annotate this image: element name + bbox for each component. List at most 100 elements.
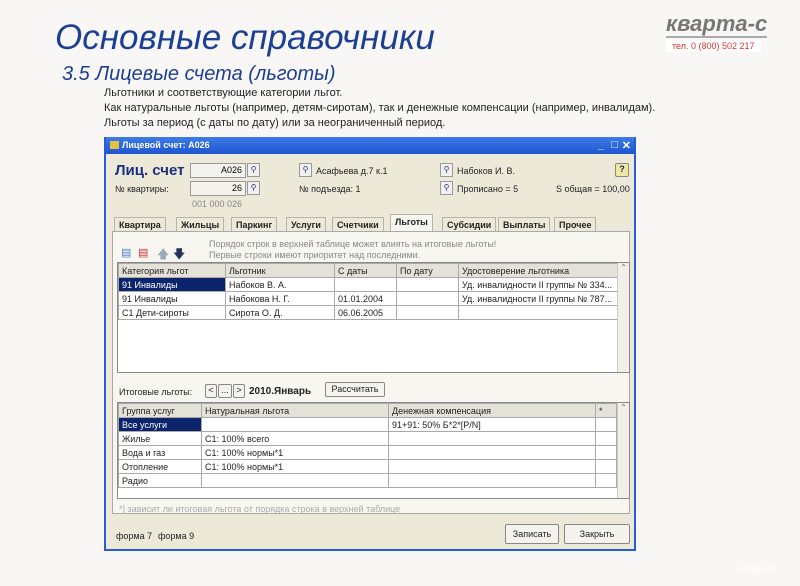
form9-link[interactable]: форма 9 [158,531,194,541]
maximize-button[interactable]: □ [611,139,618,151]
logo: кварта-с [666,11,768,38]
cell[interactable]: Уд. инвалидности II группы № 787... [458,291,619,306]
tab-services[interactable]: Услуги [286,217,326,232]
cell[interactable]: С1: 100% всего [201,431,389,446]
tab-meters[interactable]: Счетчики [332,217,384,232]
area: S общая = 100,00 [556,184,630,194]
desc-line: Льготы за период (с даты по дату) или за… [104,117,446,129]
scrollbar[interactable]: ⌃ [617,403,629,498]
table-row[interactable]: Отопление С1: 100% нормы*1 [118,459,617,474]
cell[interactable]: Все услуги [118,417,202,432]
cell[interactable] [458,305,619,320]
cell[interactable] [595,459,617,474]
cell[interactable]: 91 Инвалиды [118,291,226,306]
cell[interactable] [388,431,596,446]
search-icon[interactable]: ⚲ [440,163,453,177]
address: Асафьева д.7 к.1 [316,166,388,176]
cell[interactable] [595,445,617,460]
table-row[interactable]: С1 Дети-сироты Сирота О. Д. 06.06.2005 [118,305,619,320]
table-row[interactable]: Жилье С1: 100% всего [118,431,617,446]
cell[interactable]: Жилье [118,431,202,446]
tab-subsidies[interactable]: Субсидии [442,217,497,232]
form7-link[interactable]: форма 7 [116,531,152,541]
calculate-button[interactable]: Рассчитать [325,382,385,397]
tab-residents[interactable]: Жильцы [176,217,225,232]
slide-subtitle: 3.5 Лицевые счета (льготы) [62,63,336,85]
apartment-field[interactable]: 26 [190,181,246,196]
slide-title: Основные справочники [55,18,435,57]
slide-number: слайд 40 [738,564,776,574]
cell[interactable]: Набоков В. А. [225,277,335,292]
cell[interactable]: С1: 100% нормы*1 [201,459,389,474]
help-button[interactable]: ? [615,163,629,177]
cell[interactable]: 01.01.2004 [334,291,397,306]
totals-note: *] зависит ли итоговая льгота от порядка… [119,504,401,514]
cell[interactable] [334,277,397,292]
table-row[interactable]: Радио [118,473,617,488]
cell[interactable]: С1 Дети-сироты [118,305,226,320]
cell[interactable]: Уд. инвалидности II группы № 334... [458,277,619,292]
period-value: 2010.Январь [249,386,312,397]
select-period-button[interactable]: ... [218,384,232,398]
search-icon[interactable]: ⚲ [299,163,312,177]
cell[interactable]: Сирота О. Д. [225,305,335,320]
entrance: № подъезда: 1 [299,184,361,194]
table-row[interactable]: 91 Инвалиды Набоков В. А. Уд. инвалидности… [118,277,619,292]
cell[interactable] [396,305,459,320]
cell[interactable]: С1: 100% нормы*1 [201,445,389,460]
cell[interactable] [201,473,389,488]
cell[interactable]: 91+91: 50% Б*2*[P/N] [388,417,596,432]
registered: Прописано = 5 [457,184,519,194]
search-icon[interactable]: ⚲ [440,181,453,195]
table-row[interactable]: Вода и газ С1: 100% нормы*1 [118,445,617,460]
cell[interactable] [595,417,617,432]
cell[interactable] [396,291,459,306]
window-title: Лицевой счет: А026 [122,140,210,150]
close-window-button[interactable]: Закрыть [564,524,630,544]
cell[interactable] [388,473,596,488]
close-button[interactable]: ✕ [622,139,631,152]
prev-period-button[interactable]: < [205,384,217,398]
col-header[interactable]: Натуральная льгота [201,403,389,418]
col-header[interactable]: С даты [334,263,397,278]
cell[interactable]: Отопление [118,459,202,474]
delete-row-icon[interactable]: ▤ [138,246,148,259]
search-icon[interactable]: ⚲ [247,163,260,177]
col-header[interactable]: Удостоверение льготника [458,263,619,278]
col-header[interactable]: Денежная компенсация [388,403,596,418]
cell[interactable]: 91 Инвалиды [118,277,226,292]
col-header[interactable]: * [595,403,617,418]
add-row-icon[interactable]: ▤ [121,246,131,259]
search-icon[interactable]: ⚲ [247,181,260,195]
col-header[interactable]: Группа услуг [118,403,202,418]
hint-line: Первые строки имеют приоритет над послед… [209,250,421,260]
cell[interactable] [595,431,617,446]
cell[interactable] [388,445,596,460]
scrollbar[interactable]: ⌃ [617,263,629,372]
table-row[interactable]: Все услуги 91+91: 50% Б*2*[P/N] [118,417,617,432]
tab-apartment[interactable]: Квартира [114,217,166,232]
cell[interactable]: Набокова Н. Г. [225,291,335,306]
account-field[interactable]: А026 [190,163,246,178]
account-label: Лиц. счет [115,162,185,179]
tab-other[interactable]: Прочее [554,217,597,232]
cell[interactable]: Радио [118,473,202,488]
col-header[interactable]: Категория льгот [118,263,226,278]
tab-payments[interactable]: Выплаты [498,217,551,232]
table-row[interactable]: 91 Инвалиды Набокова Н. Г. 01.01.2004 Уд. и… [118,291,619,306]
minimize-button[interactable]: _ [598,139,604,151]
cell[interactable]: 06.06.2005 [334,305,397,320]
benefits-table: Категория льгот Льготник С даты По дату Удос… [117,262,630,373]
hint-line: Порядок строк в верхней таблице может вл… [209,239,497,249]
cell[interactable] [595,473,617,488]
cell[interactable] [396,277,459,292]
cell[interactable]: Вода и газ [118,445,202,460]
col-header[interactable]: Льготник [225,263,335,278]
save-button[interactable]: Записать [505,524,559,544]
owner: Набоков И. В. [457,166,515,176]
next-period-button[interactable]: > [233,384,245,398]
col-header[interactable]: По дату [396,263,459,278]
tab-parking[interactable]: Паркинг [231,217,278,232]
cell[interactable] [388,459,596,474]
cell[interactable] [201,417,389,432]
